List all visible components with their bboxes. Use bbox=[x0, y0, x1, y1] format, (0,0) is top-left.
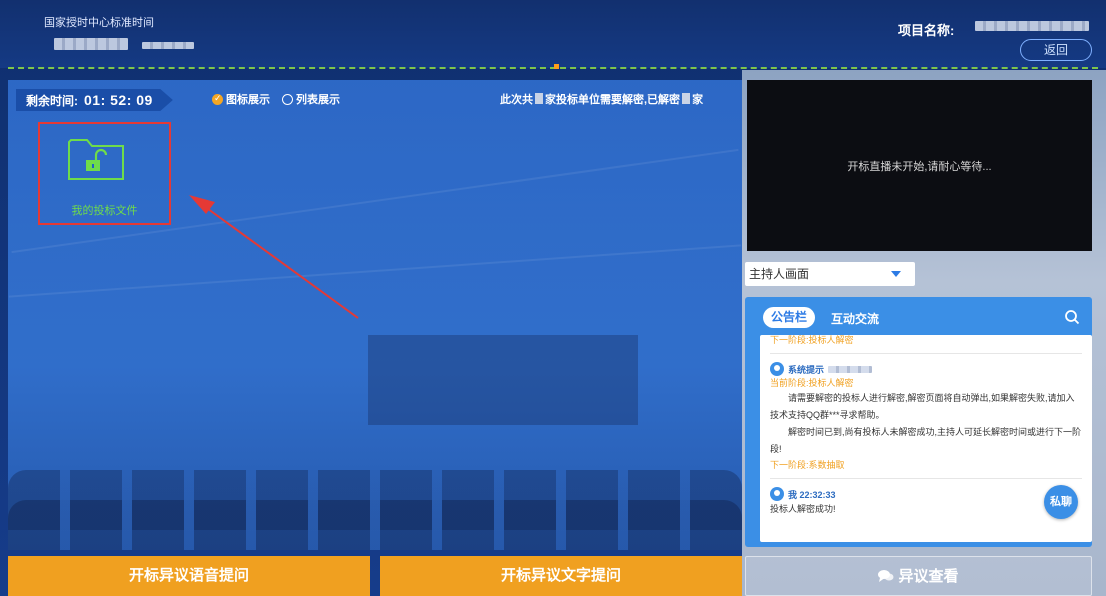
redacted-project-name bbox=[975, 21, 1089, 31]
message-divider bbox=[770, 353, 1082, 354]
redacted-clock-time bbox=[142, 42, 194, 49]
search-icon[interactable] bbox=[1064, 309, 1080, 325]
next-stage-note: 下一阶段:系数抽取 bbox=[770, 460, 845, 470]
redacted-decrypted-count bbox=[682, 93, 691, 104]
live-stream-player[interactable]: 开标直播未开始,请耐心等待... bbox=[747, 80, 1092, 251]
my-bid-file-label: 我的投标文件 bbox=[71, 205, 138, 217]
decrypt-status-middle: 家投标单位需要解密,已解密 bbox=[545, 94, 681, 106]
unlocked-folder-icon bbox=[68, 139, 124, 180]
bid-opening-stage: 剩余时间: 01: 52: 09 图标展示 列表展示 此次共家投标单位需要解密,… bbox=[8, 80, 742, 550]
objection-text-question-button[interactable]: 开标异议文字提问 bbox=[380, 556, 742, 596]
avatar-icon bbox=[770, 487, 784, 501]
icon-view-label: 图标展示 bbox=[226, 94, 270, 106]
redacted-total-count bbox=[535, 93, 543, 104]
message-divider bbox=[770, 478, 1082, 479]
redacted-clock-date bbox=[54, 38, 128, 50]
avatar-icon bbox=[770, 362, 784, 376]
top-header: 国家授时中心标准时间 项目名称: 返回 bbox=[0, 0, 1106, 69]
current-stage-note: 当前阶段:投标人解密 bbox=[770, 378, 854, 388]
remaining-time-badge: 剩余时间: 01: 52: 09 bbox=[16, 89, 173, 111]
decrypt-status-prefix: 此次共 bbox=[500, 94, 533, 106]
view-mode-toggle: 图标展示 列表展示 bbox=[212, 91, 340, 107]
radio-unchecked-icon bbox=[282, 93, 293, 105]
remaining-time-label: 剩余时间: bbox=[26, 93, 78, 108]
header-divider bbox=[8, 67, 1098, 69]
camera-view-select[interactable]: 主持人画面 bbox=[745, 262, 915, 286]
chat-bubbles-icon bbox=[878, 570, 894, 582]
chat-tabs: 公告栏 互动交流 bbox=[745, 297, 1092, 337]
objection-view-label: 异议查看 bbox=[898, 568, 959, 585]
private-chat-button[interactable]: 私聊 bbox=[1044, 485, 1078, 519]
list-item: 系统提示 当前阶段:投标人解密 请需要解密的投标人进行解密,解密页面将自动弹出,… bbox=[770, 362, 1082, 472]
project-name-label: 项目名称: bbox=[898, 23, 955, 38]
redacted-sender-name bbox=[828, 365, 873, 373]
message-text: 请需要解密的投标人进行解密,解密页面将自动弹出,如果解密失败,请加入技术支持QQ… bbox=[770, 393, 1075, 420]
back-button[interactable]: 返回 bbox=[1020, 39, 1092, 61]
list-view-radio[interactable]: 列表展示 bbox=[282, 91, 340, 107]
remaining-time-value: 01: 52: 09 bbox=[84, 92, 153, 108]
decrypt-status-text: 此次共 家投标单位需要解密,已解密家 bbox=[500, 91, 703, 107]
message-header: 系统提示 bbox=[770, 362, 1082, 376]
standard-time-title: 国家授时中心标准时间 bbox=[44, 17, 154, 29]
previous-next-stage-note: 下一阶段:投标人解密 bbox=[770, 335, 854, 345]
message-text: 解密时间已到,尚有投标人未解密成功,主持人可延长解密时间或进行下一阶段! bbox=[770, 427, 1082, 454]
chat-message-list[interactable]: 下一阶段:投标人解密 系统提示 当前阶段:投标人解密 请需要解密的投标人进行解密… bbox=[760, 335, 1092, 542]
message-text: 投标人解密成功! bbox=[770, 504, 836, 514]
chat-panel: 公告栏 互动交流 下一阶段:投标人解密 系统提示 当前阶段:投标人解密 请需要解… bbox=[745, 297, 1092, 547]
list-view-label: 列表展示 bbox=[296, 94, 340, 106]
radio-checked-icon bbox=[212, 93, 223, 105]
decrypt-status-suffix: 家 bbox=[692, 94, 704, 106]
auditorium-screen bbox=[368, 335, 638, 425]
tab-interaction[interactable]: 互动交流 bbox=[831, 310, 879, 327]
message-sender: 系统提示 bbox=[788, 364, 825, 375]
objection-view-button[interactable]: 异议查看 bbox=[745, 556, 1092, 596]
objection-voice-question-button[interactable]: 开标异议语音提问 bbox=[8, 556, 370, 596]
header-divider-marker bbox=[554, 64, 559, 69]
message-sender: 我 22:32:33 bbox=[788, 489, 836, 500]
message-header: 我 22:32:33 bbox=[770, 487, 1082, 501]
chevron-down-icon bbox=[891, 271, 901, 277]
tab-notice-board[interactable]: 公告栏 bbox=[763, 307, 815, 328]
ceiling-line bbox=[8, 244, 742, 298]
icon-view-radio[interactable]: 图标展示 bbox=[212, 91, 270, 107]
live-status-text: 开标直播未开始,请耐心等待... bbox=[847, 160, 992, 173]
camera-view-selected: 主持人画面 bbox=[749, 267, 810, 281]
auditorium-seats bbox=[8, 500, 742, 550]
my-bid-file-tile[interactable]: 我的投标文件 bbox=[38, 122, 171, 225]
list-item: 我 22:32:33 投标人解密成功! bbox=[770, 487, 1082, 518]
